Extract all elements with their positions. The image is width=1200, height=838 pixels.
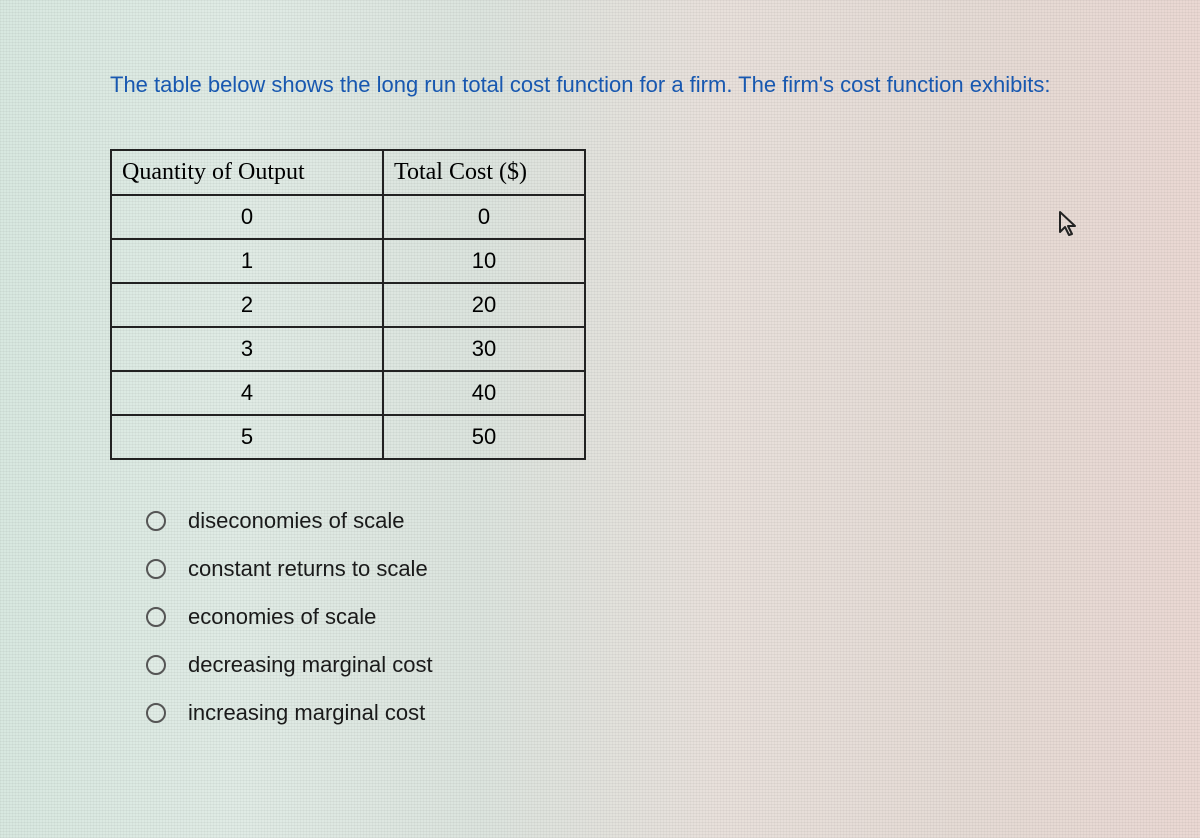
option-label: increasing marginal cost bbox=[188, 700, 425, 726]
cost-function-table: Quantity of Output Total Cost ($) 0 0 1 … bbox=[110, 149, 586, 460]
cursor-icon bbox=[1056, 210, 1080, 238]
cell-cost: 30 bbox=[383, 327, 585, 371]
option-diseconomies[interactable]: diseconomies of scale bbox=[146, 508, 1090, 534]
radio-icon[interactable] bbox=[146, 703, 166, 723]
col-header-quantity: Quantity of Output bbox=[111, 150, 383, 195]
cell-cost: 0 bbox=[383, 195, 585, 239]
table-row: 4 40 bbox=[111, 371, 585, 415]
option-label: diseconomies of scale bbox=[188, 508, 404, 534]
question-text: The table below shows the long run total… bbox=[110, 70, 1090, 101]
option-economies[interactable]: economies of scale bbox=[146, 604, 1090, 630]
cell-quantity: 3 bbox=[111, 327, 383, 371]
option-label: economies of scale bbox=[188, 604, 376, 630]
cell-cost: 50 bbox=[383, 415, 585, 459]
cell-quantity: 2 bbox=[111, 283, 383, 327]
table-row: 1 10 bbox=[111, 239, 585, 283]
option-increasing-marginal[interactable]: increasing marginal cost bbox=[146, 700, 1090, 726]
cell-cost: 40 bbox=[383, 371, 585, 415]
radio-icon[interactable] bbox=[146, 607, 166, 627]
question-container: The table below shows the long run total… bbox=[0, 0, 1200, 818]
radio-icon[interactable] bbox=[146, 559, 166, 579]
option-constant-returns[interactable]: constant returns to scale bbox=[146, 556, 1090, 582]
cell-quantity: 0 bbox=[111, 195, 383, 239]
cell-quantity: 5 bbox=[111, 415, 383, 459]
cell-cost: 10 bbox=[383, 239, 585, 283]
radio-icon[interactable] bbox=[146, 655, 166, 675]
cell-cost: 20 bbox=[383, 283, 585, 327]
answer-options: diseconomies of scale constant returns t… bbox=[110, 508, 1090, 726]
table-row: 2 20 bbox=[111, 283, 585, 327]
col-header-total-cost: Total Cost ($) bbox=[383, 150, 585, 195]
table-row: 3 30 bbox=[111, 327, 585, 371]
option-decreasing-marginal[interactable]: decreasing marginal cost bbox=[146, 652, 1090, 678]
cell-quantity: 1 bbox=[111, 239, 383, 283]
option-label: decreasing marginal cost bbox=[188, 652, 433, 678]
table-row: 5 50 bbox=[111, 415, 585, 459]
table-row: 0 0 bbox=[111, 195, 585, 239]
radio-icon[interactable] bbox=[146, 511, 166, 531]
cell-quantity: 4 bbox=[111, 371, 383, 415]
option-label: constant returns to scale bbox=[188, 556, 428, 582]
